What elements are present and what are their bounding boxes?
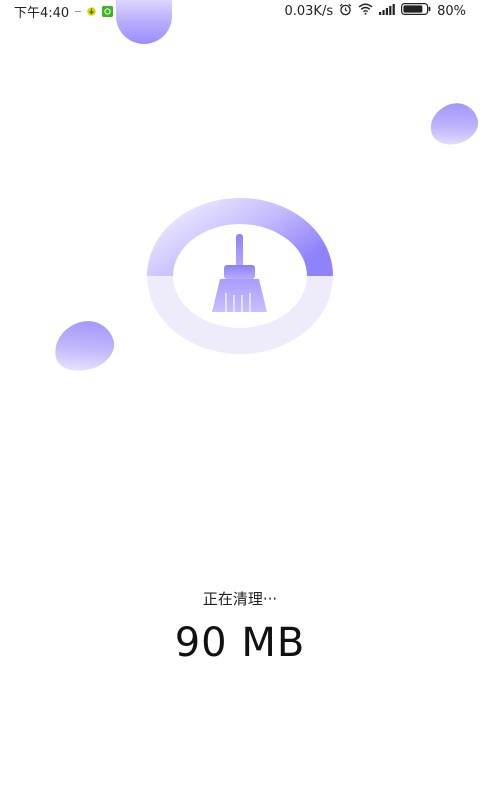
cleaning-progress-ring bbox=[146, 197, 334, 355]
wifi-icon bbox=[358, 3, 373, 19]
battery-icon bbox=[401, 3, 431, 19]
screen: 下午4:40 0.03K/s 80% 正在清理··· 90 MB bbox=[0, 0, 480, 800]
decorative-bubble bbox=[424, 97, 480, 151]
alarm-icon bbox=[339, 3, 352, 20]
download-notification-icon bbox=[87, 6, 97, 17]
network-speed: 0.03K/s bbox=[284, 3, 334, 19]
app-notification-icon bbox=[102, 5, 114, 17]
decorative-bubble bbox=[48, 315, 120, 377]
battery-percent: 80% bbox=[437, 3, 466, 19]
notification-dash-icon bbox=[75, 10, 82, 12]
cleaning-status: 正在清理··· bbox=[202, 590, 278, 608]
status-bar: 下午4:40 0.03K/s 80% bbox=[0, 0, 480, 22]
cleaned-size: 90 MB bbox=[174, 620, 306, 666]
status-time: 下午4:40 bbox=[14, 5, 70, 21]
signal-icon bbox=[379, 3, 395, 19]
status-bar-left: 下午4:40 bbox=[0, 2, 114, 21]
status-bar-right: 0.03K/s 80% bbox=[284, 3, 480, 20]
broom-icon bbox=[212, 234, 267, 312]
